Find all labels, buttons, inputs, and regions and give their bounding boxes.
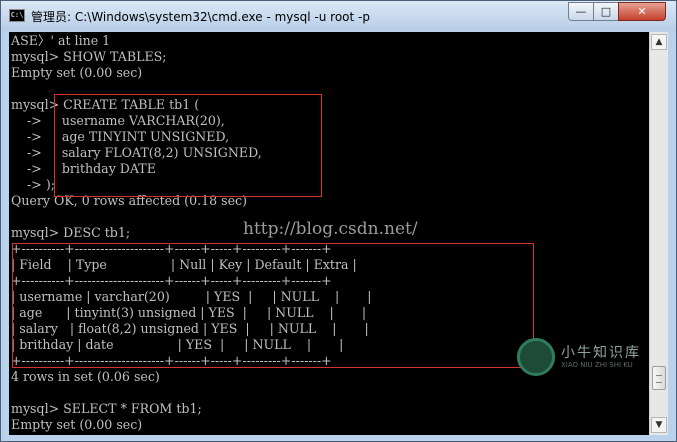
maximize-button[interactable]: □: [593, 2, 619, 21]
logo-subtext: XIAO NIU ZHI SHI KU: [561, 361, 633, 369]
console-line: Empty set (0.00 sec): [11, 417, 143, 432]
scroll-up-arrow-icon[interactable]: ▲: [651, 34, 667, 50]
logo-icon: [517, 338, 555, 376]
window-title: 管理员: C:\Windows\system32\cmd.exe - mysql…: [31, 10, 370, 24]
logo-text: 小牛知识库: [561, 345, 641, 361]
title-bar[interactable]: C:\ 管理员: C:\Windows\system32\cmd.exe - m…: [1, 1, 676, 31]
scroll-down-arrow-icon[interactable]: ▼: [651, 417, 667, 433]
cmd-app-icon[interactable]: C:\: [9, 9, 25, 22]
minimize-button[interactable]: —: [568, 2, 594, 21]
console-line: 4 rows in set (0.06 sec): [11, 369, 160, 384]
cmd-window: C:\ 管理员: C:\Windows\system32\cmd.exe - m…: [0, 0, 677, 442]
console-line: mysql> SHOW TABLES;: [11, 49, 167, 64]
console-line: mysql> SELECT * FROM tb1;: [11, 401, 202, 416]
console-line: ASE〉' at line 1: [11, 33, 111, 48]
console-output[interactable]: ASE〉' at line 1 mysql> SHOW TABLES; Empty …: [9, 32, 649, 435]
create-table-highlight: [54, 94, 322, 197]
console-line: Empty set (0.00 sec): [11, 65, 143, 80]
watermark-url: http://blog.csdn.net/: [243, 219, 418, 239]
vertical-scrollbar[interactable]: ▲ ▼: [649, 32, 668, 435]
close-button[interactable]: ✕: [618, 2, 666, 21]
desc-table-highlight: [12, 243, 534, 368]
scrollbar-thumb[interactable]: [652, 366, 666, 390]
